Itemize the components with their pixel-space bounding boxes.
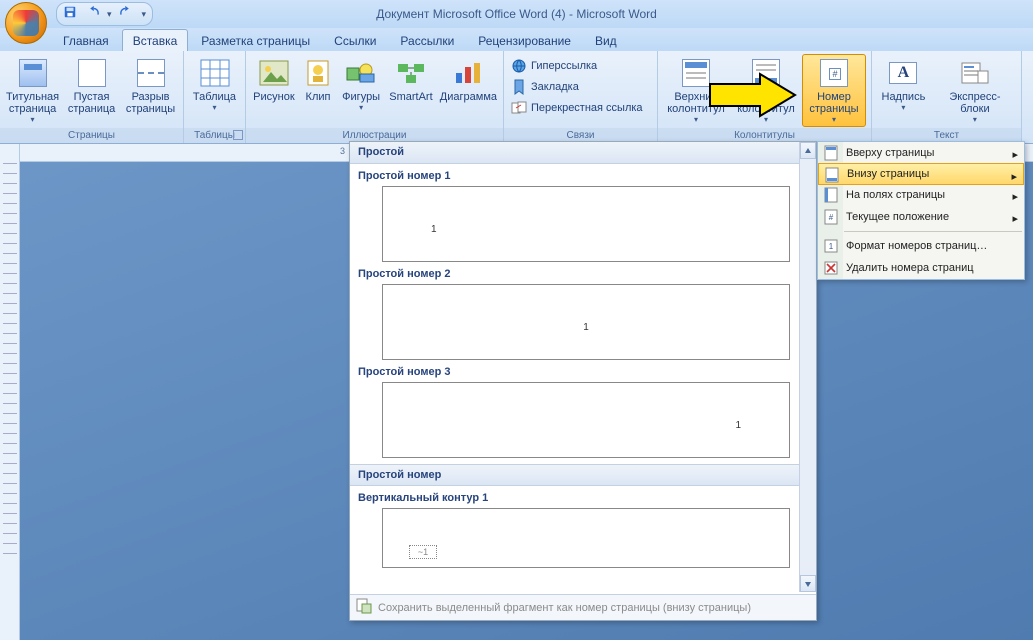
gallery-item-label: Простой номер 2 [358, 268, 796, 280]
page-number-menu: Вверху страницы▸ Внизу страницы▸ На поля… [817, 141, 1025, 280]
menu-item-remove-page-numbers[interactable]: Удалить номера страниц [818, 257, 1024, 279]
menu-item-bottom-of-page[interactable]: Внизу страницы▸ [818, 163, 1024, 185]
page-bottom-icon [824, 167, 840, 183]
scroll-up-button[interactable] [800, 142, 816, 159]
save-icon[interactable] [63, 5, 77, 24]
bookmark-icon [511, 79, 527, 95]
save-selection-icon [356, 598, 372, 617]
menu-item-top-of-page[interactable]: Вверху страницы▸ [818, 142, 1024, 164]
ribbon: Титульная страница▾ Пустая страница Разр… [0, 51, 1033, 144]
table-button[interactable]: Таблица▾ [188, 54, 241, 115]
gallery-footer-text: Сохранить выделенный фрагмент как номер … [378, 602, 751, 614]
picture-button[interactable]: Рисунок [250, 54, 298, 115]
tables-launcher-icon[interactable] [233, 130, 243, 140]
group-links: Гиперссылка Закладка Перекрестная ссылка… [504, 51, 658, 143]
page-number-gallery: Простой Простой номер 1 1 Простой номер … [349, 141, 817, 621]
gallery-item-vertical-outline-1[interactable]: ~1 [382, 508, 790, 568]
page-break-button[interactable]: Разрыв страницы [122, 54, 179, 127]
gallery-item-label: Вертикальный контур 1 [358, 492, 796, 504]
office-button[interactable] [5, 2, 47, 44]
crossref-button[interactable]: Перекрестная ссылка [508, 98, 653, 118]
submenu-arrow-icon: ▸ [1012, 190, 1018, 203]
tab-references[interactable]: Ссылки [323, 29, 387, 51]
group-pages: Титульная страница▾ Пустая страница Разр… [0, 51, 184, 143]
chart-button[interactable]: Диаграмма [438, 54, 499, 115]
tab-view[interactable]: Вид [584, 29, 628, 51]
group-title-pages: Страницы [0, 128, 183, 143]
bookmark-button[interactable]: Закладка [508, 77, 653, 97]
group-text: A Надпись▾ Экспресс-блоки▾ Текст [872, 51, 1022, 143]
page-margins-icon [823, 187, 839, 203]
gallery-section-simple: Простой [350, 142, 816, 164]
gallery-section-plain-number: Простой номер [350, 464, 804, 486]
gallery-item-label: Простой номер 1 [358, 170, 796, 182]
menu-item-format-page-numbers[interactable]: 1 Формат номеров страниц… [818, 235, 1024, 257]
menu-item-page-margins[interactable]: На полях страницы▸ [818, 184, 1024, 206]
current-position-icon: # [823, 209, 839, 225]
tab-insert[interactable]: Вставка [122, 29, 189, 51]
remove-icon [823, 260, 839, 276]
quick-access-toolbar: ▾ ▾ [56, 2, 153, 26]
window-title: Документ Microsoft Office Word (4) - Mic… [0, 7, 1033, 21]
clipart-button[interactable]: Клип [300, 54, 336, 115]
blank-page-button[interactable]: Пустая страница [63, 54, 120, 127]
quick-parts-button[interactable]: Экспресс-блоки▾ [933, 54, 1017, 127]
submenu-arrow-icon: ▸ [1012, 148, 1018, 161]
tab-review[interactable]: Рецензирование [467, 29, 582, 51]
redo-icon[interactable] [120, 5, 134, 24]
vertical-ruler[interactable] [0, 144, 20, 640]
footer-button[interactable]: Нижний колонтитул▾ [732, 54, 800, 127]
tab-mailings[interactable]: Рассылки [389, 29, 465, 51]
scroll-down-button[interactable] [800, 575, 816, 592]
ruler-mark: 3 [340, 146, 345, 156]
gallery-scrollbar[interactable] [799, 142, 816, 592]
svg-text:#: # [829, 213, 834, 222]
group-illustrations: Рисунок Клип Фигуры▾ SmartArt Диаграмма … [246, 51, 504, 143]
menu-item-current-position[interactable]: # Текущее положение▸ [818, 206, 1024, 228]
undo-icon[interactable] [85, 5, 99, 24]
format-icon: 1 [823, 238, 839, 254]
ribbon-tabstrip: Главная Вставка Разметка страницы Ссылки… [0, 28, 1033, 51]
page-top-icon [823, 145, 839, 161]
qat-dropdown-icon[interactable]: ▾ [107, 9, 112, 20]
submenu-arrow-icon: ▸ [1011, 170, 1017, 183]
submenu-arrow-icon: ▸ [1012, 212, 1018, 225]
gallery-item-plain-1[interactable]: 1 [382, 186, 790, 262]
gallery-item-label: Простой номер 3 [358, 366, 796, 378]
gallery-item-plain-3[interactable]: 1 [382, 382, 790, 458]
textbox-button[interactable]: A Надпись▾ [876, 54, 931, 127]
cover-page-button[interactable]: Титульная страница▾ [4, 54, 61, 127]
group-header-footer: Верхний колонтитул▾ Нижний колонтитул▾ #… [658, 51, 872, 143]
group-tables: Таблица▾ Таблицы [184, 51, 246, 143]
gallery-item-plain-2[interactable]: 1 [382, 284, 790, 360]
smartart-button[interactable]: SmartArt [386, 54, 436, 115]
crossref-icon [511, 100, 527, 116]
svg-text:1: 1 [829, 242, 834, 251]
tab-page-layout[interactable]: Разметка страницы [190, 29, 321, 51]
gallery-body: Простой номер 1 1 Простой номер 2 1 Прос… [350, 164, 816, 594]
header-button[interactable]: Верхний колонтитул▾ [662, 54, 730, 127]
gallery-footer[interactable]: Сохранить выделенный фрагмент как номер … [350, 594, 816, 620]
globe-icon [511, 58, 527, 74]
page-number-button[interactable]: # Номер страницы▾ [802, 54, 866, 127]
qat-customize-icon[interactable]: ▾ [142, 9, 147, 20]
shapes-button[interactable]: Фигуры▾ [338, 54, 384, 115]
group-title-tables: Таблицы [184, 128, 245, 143]
title-bar: ▾ ▾ Документ Microsoft Office Word (4) -… [0, 0, 1033, 28]
hyperlink-button[interactable]: Гиперссылка [508, 56, 653, 76]
tab-home[interactable]: Главная [52, 29, 120, 51]
